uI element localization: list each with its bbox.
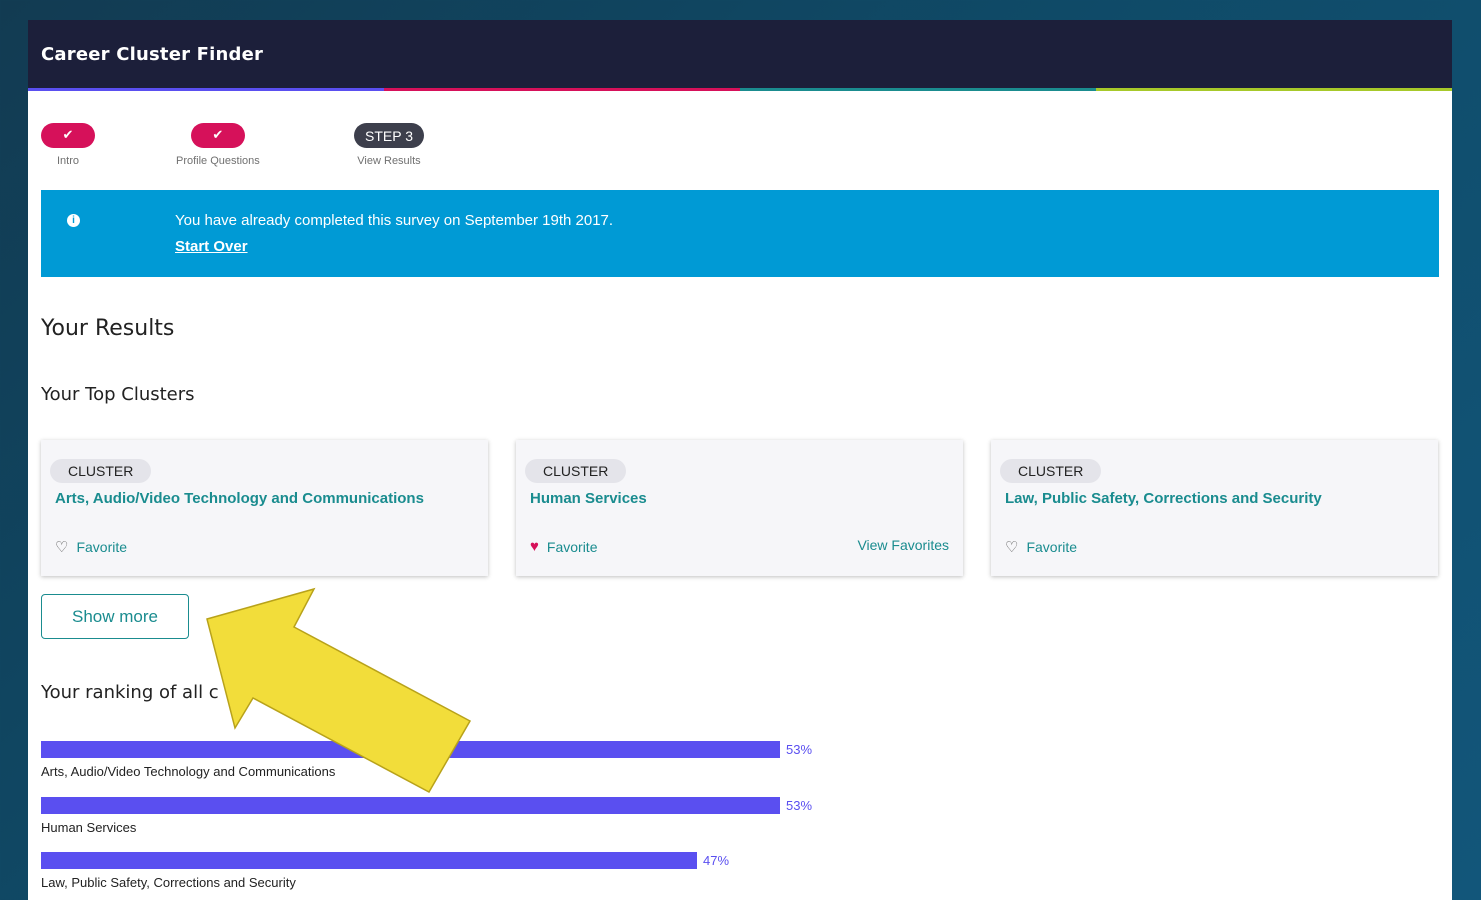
cluster-title-link[interactable]: Law, Public Safety, Corrections and Secu… — [1005, 490, 1322, 507]
step-progress: ✔ Intro ✔ Profile Questions STEP 3 View … — [28, 91, 1452, 189]
ranking-percent: 47% — [703, 853, 730, 868]
check-icon: ✔ — [190, 123, 245, 148]
cluster-card: CLUSTER Arts, Audio/Video Technology and… — [41, 440, 488, 576]
favorite-label: Favorite — [1026, 539, 1078, 555]
cluster-title-link[interactable]: Arts, Audio/Video Technology and Communi… — [55, 490, 424, 507]
favorite-button[interactable]: ♥ Favorite — [530, 538, 597, 555]
favorite-label: Favorite — [76, 539, 128, 555]
ranking-label: Arts, Audio/Video Technology and Communi… — [41, 764, 336, 779]
ranking-bar-track: 47% — [41, 852, 841, 869]
step-label: Intro — [56, 155, 79, 167]
alert-message: You have already completed this survey o… — [175, 212, 614, 229]
completed-alert: i You have already completed this survey… — [41, 190, 1439, 277]
ranking-row: 53% Arts, Audio/Video Technology and Com… — [41, 741, 841, 779]
heart-outline-icon: ♡ — [1005, 539, 1019, 556]
ranking-bar — [41, 741, 780, 758]
ranking-row: 53% Human Services — [41, 797, 841, 835]
step-label: Profile Questions — [176, 155, 260, 167]
ranking-bar-track: 53% — [41, 797, 841, 814]
ranking-bar — [41, 852, 697, 869]
app-header: Career Cluster Finder — [28, 20, 1452, 88]
results-heading: Your Results — [41, 316, 175, 341]
app-window: Career Cluster Finder ✔ Intro ✔ Profile … — [28, 20, 1452, 900]
ranking-bar-track: 53% — [41, 741, 841, 758]
heart-outline-icon: ♡ — [55, 539, 69, 556]
cluster-card: CLUSTER Law, Public Safety, Corrections … — [991, 440, 1438, 576]
app-title: Career Cluster Finder — [41, 43, 264, 65]
ranking-heading: Your ranking of all c — [41, 682, 219, 703]
step-profile-questions[interactable]: ✔ Profile Questions — [176, 123, 260, 167]
favorite-button[interactable]: ♡ Favorite — [55, 538, 127, 556]
favorite-button[interactable]: ♡ Favorite — [1005, 538, 1077, 556]
heart-filled-icon: ♥ — [530, 538, 539, 555]
step-view-results[interactable]: STEP 3 View Results — [354, 123, 424, 167]
ranking-percent: 53% — [786, 742, 813, 757]
favorite-label: Favorite — [546, 538, 598, 555]
step-badge: STEP 3 — [354, 123, 424, 148]
ranking-percent: 53% — [786, 798, 813, 813]
ranking-bar — [41, 797, 780, 814]
cluster-tag: CLUSTER — [50, 459, 152, 483]
cluster-tag: CLUSTER — [1000, 459, 1102, 483]
cluster-card: CLUSTER Human Services ♥ Favorite View F… — [516, 440, 963, 576]
view-favorites-link[interactable]: View Favorites — [857, 537, 949, 553]
ranking-row: 47% Law, Public Safety, Corrections and … — [41, 852, 841, 890]
start-over-link[interactable]: Start Over — [175, 238, 248, 255]
top-clusters-heading: Your Top Clusters — [41, 384, 195, 405]
step-intro[interactable]: ✔ Intro — [41, 123, 95, 167]
info-icon: i — [67, 214, 80, 227]
cluster-tag: CLUSTER — [525, 459, 627, 483]
step-label: View Results — [357, 155, 421, 167]
ranking-label: Human Services — [41, 820, 137, 835]
show-more-button[interactable]: Show more — [41, 594, 189, 639]
cluster-title-link[interactable]: Human Services — [530, 490, 647, 507]
ranking-label: Law, Public Safety, Corrections and Secu… — [41, 875, 296, 890]
check-icon: ✔ — [41, 123, 95, 148]
